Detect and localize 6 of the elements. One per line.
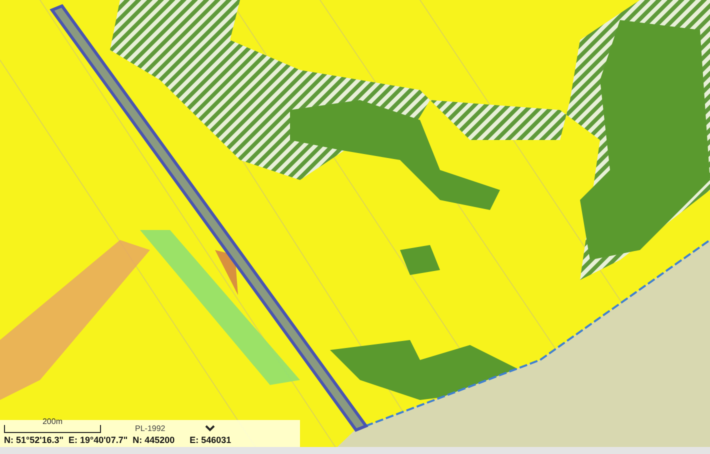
coordinate-text: N: 445200 (132, 435, 175, 445)
chevron-icon (205, 425, 216, 432)
projection-select[interactable]: PL-1992 (135, 424, 216, 433)
coordinate-text: E: 19°40'07.7" (68, 435, 128, 445)
coordinate-text: N: 51°52'16.3" (4, 435, 64, 445)
coordinate-text: E: 546031 (190, 435, 232, 445)
